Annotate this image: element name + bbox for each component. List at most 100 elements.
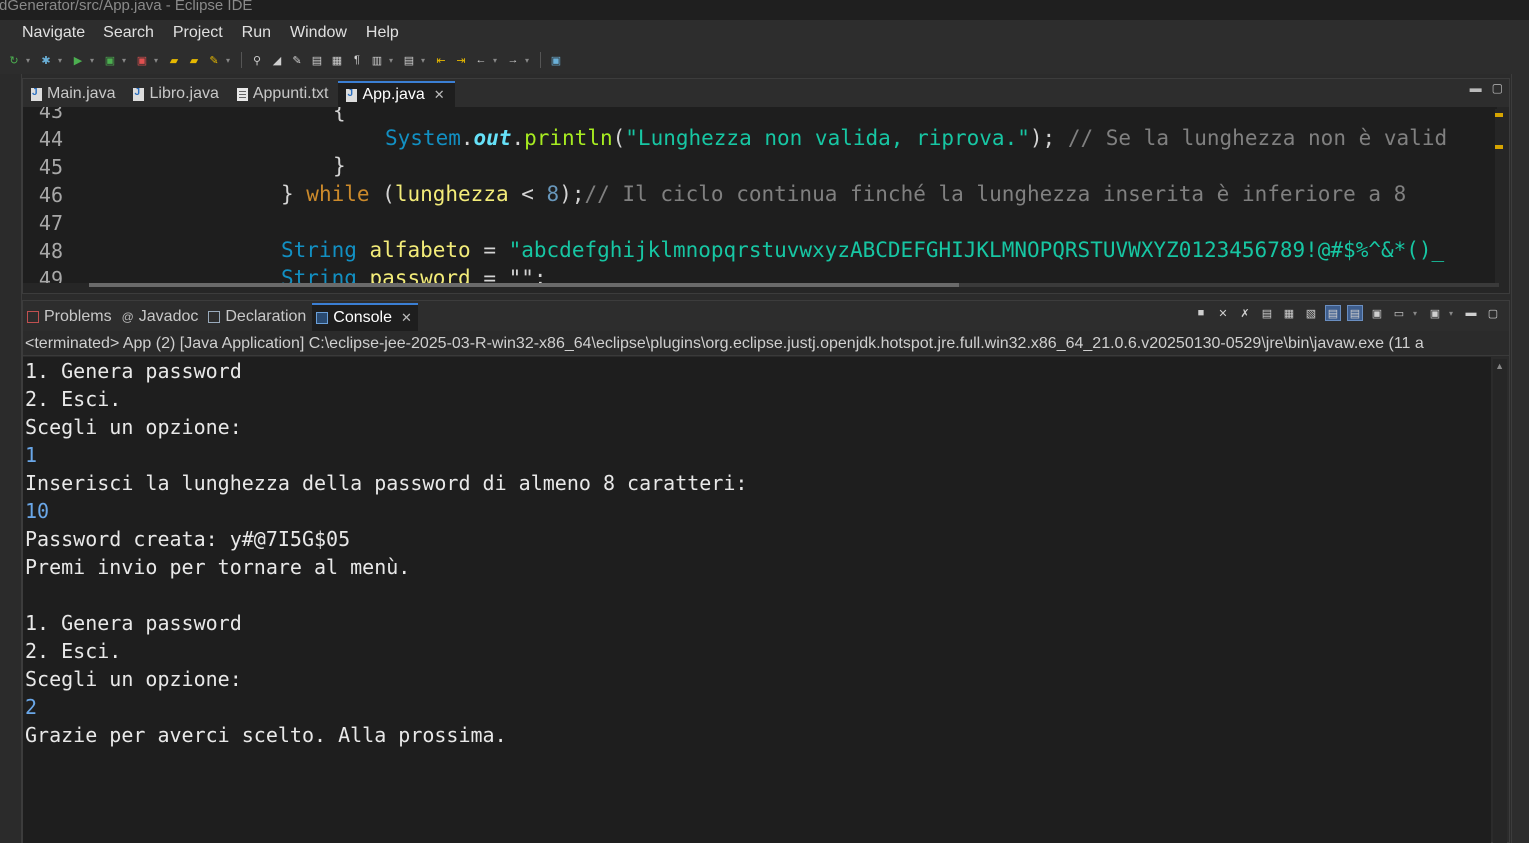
menu-navigate[interactable]: Navigate [22, 24, 85, 42]
tab-console[interactable]: Console ✕ [312, 303, 418, 331]
close-icon[interactable]: ✕ [434, 87, 445, 103]
block-selection-icon[interactable]: ▤ [309, 52, 325, 68]
scroll-up-icon[interactable]: ▲ [1495, 361, 1504, 371]
close-icon[interactable]: ✕ [401, 310, 412, 326]
minimize-icon[interactable]: ▬ [1463, 305, 1479, 321]
brush-icon[interactable]: ✎ [206, 52, 222, 68]
chevron-down-icon[interactable]: ▾ [154, 56, 162, 65]
main-toolbar: ↻ ▾ ✱ ▾ ▶ ▾ ▣ ▾ ▣ ▾ ▰ ▰ ✎ ▾ ⚲ ◢ ✎ ▤ ▦ ¶ ▥ ▾ ▤ ▾ … [0, 46, 1529, 74]
pin-editor-icon[interactable]: ▣ [548, 52, 564, 68]
debug-icon[interactable]: ✱ [38, 52, 54, 68]
code-area[interactable]: 43 44 45 46 47 48 49 { System.out.printl… [23, 107, 1497, 283]
terminate-icon[interactable]: ■ [1193, 305, 1209, 321]
tab-label: Problems [44, 308, 112, 325]
process-status-label: <terminated> App (2) [Java Application] … [23, 332, 1509, 356]
console-output-line: Grazie per averci scelto. Alla prossima. [25, 723, 507, 747]
editor-vertical-scrollbar[interactable] [1495, 109, 1507, 283]
toolbar-separator [540, 52, 541, 68]
whitespace-icon[interactable]: ▦ [329, 52, 345, 68]
problems-icon [27, 311, 39, 323]
tab-libro-java[interactable]: Libro.java [125, 81, 228, 107]
run-icon[interactable]: ▶ [70, 52, 86, 68]
line-number: 49 [38, 267, 63, 283]
refresh-icon[interactable]: ↻ [6, 52, 22, 68]
chevron-down-icon[interactable]: ▾ [122, 56, 130, 65]
menu-window[interactable]: Window [290, 24, 347, 42]
forward-icon[interactable]: → [505, 52, 521, 68]
menu-search[interactable]: Search [103, 24, 154, 42]
pin-console-icon[interactable]: ▣ [1369, 305, 1385, 321]
scrollbar-thumb[interactable] [89, 283, 959, 287]
mark-occurrences-icon[interactable]: ✎ [289, 52, 305, 68]
console-output-line: 2. Esci. [25, 639, 122, 663]
minimize-icon[interactable]: ▬ [1470, 81, 1482, 95]
remove-all-terminated-icon[interactable]: ✗ [1237, 305, 1253, 321]
tab-problems[interactable]: Problems [23, 303, 118, 331]
code-line-44: System.out.println("Lunghezza non valida… [385, 126, 1448, 150]
chevron-down-icon[interactable]: ▾ [389, 56, 397, 65]
line-number: 46 [38, 183, 63, 207]
chevron-down-icon[interactable]: ▾ [90, 56, 98, 65]
search-icon[interactable]: ⚲ [249, 52, 265, 68]
word-wrap-icon[interactable]: ▧ [1303, 305, 1319, 321]
tab-label: Declaration [225, 308, 307, 325]
console-panel: Problems @ Javadoc Declaration Console ✕… [22, 300, 1510, 843]
chevron-down-icon[interactable]: ▾ [1413, 309, 1421, 318]
console-icon [316, 312, 329, 324]
console-vertical-scrollbar[interactable] [1493, 359, 1507, 843]
show-on-stderr-icon[interactable]: ▤ [1347, 305, 1363, 321]
maximize-icon[interactable]: ▢ [1485, 305, 1501, 321]
show-on-stdout-icon[interactable]: ▤ [1325, 305, 1341, 321]
last-edit-icon[interactable]: ⇤ [433, 52, 449, 68]
external-tools-icon[interactable]: ▣ [134, 52, 150, 68]
run-config-icon[interactable]: ▣ [102, 52, 118, 68]
menu-bar: Navigate Search Project Run Window Help [0, 20, 1529, 46]
display-console-icon[interactable]: ▭ [1391, 305, 1407, 321]
console-output[interactable]: 1. Genera password 2. Esci. Scegli un opzi… [23, 357, 1491, 843]
editor-horizontal-scrollbar[interactable] [89, 283, 1499, 287]
maximize-icon[interactable]: ▢ [1492, 81, 1503, 95]
open-folder-icon[interactable]: ▰ [166, 52, 182, 68]
tab-app-java[interactable]: App.java ✕ [338, 81, 455, 107]
clear-console-icon[interactable]: ▤ [1259, 305, 1275, 321]
console-output-line: Premi invio per tornare al menù. [25, 555, 411, 579]
code-line-43: { [333, 107, 346, 123]
scroll-lock-icon[interactable]: ▦ [1281, 305, 1297, 321]
annotation-icon[interactable]: ▥ [369, 52, 385, 68]
line-number: 43 [38, 107, 63, 123]
tab-declaration[interactable]: Declaration [204, 303, 312, 331]
open-console-icon[interactable]: ▣ [1427, 305, 1443, 321]
chevron-down-icon[interactable]: ▾ [525, 56, 533, 65]
chevron-down-icon[interactable]: ▾ [58, 56, 66, 65]
chevron-down-icon[interactable]: ▾ [226, 56, 234, 65]
chevron-down-icon[interactable]: ▾ [26, 56, 34, 65]
tab-appunti-txt[interactable]: Appunti.txt [229, 81, 339, 107]
java-file-icon [133, 87, 145, 101]
code-line-45: } [333, 154, 346, 178]
editor-view-controls: ▬ ▢ [1470, 81, 1503, 95]
menu-project[interactable]: Project [173, 24, 223, 42]
chevron-down-icon[interactable]: ▾ [421, 56, 429, 65]
editor-tab-bar: Main.java Libro.java Appunti.txt App.jav… [23, 79, 1509, 107]
next-annotation-icon[interactable]: ▤ [401, 52, 417, 68]
line-number: 45 [38, 155, 63, 179]
open-type-icon[interactable]: ▰ [186, 52, 202, 68]
remove-launch-icon[interactable]: ✕ [1215, 305, 1231, 321]
warning-marker[interactable] [1495, 145, 1503, 149]
back-icon[interactable]: ← [473, 52, 489, 68]
console-output-line: Password creata: y#@7I5G$05 [25, 527, 351, 551]
tab-label: Console [333, 309, 392, 326]
warning-marker[interactable] [1495, 113, 1503, 117]
text-file-icon [236, 87, 248, 101]
pen-icon[interactable]: ◢ [269, 52, 285, 68]
menu-run[interactable]: Run [242, 24, 271, 42]
window-title: rdGenerator/src/App.java - Eclipse IDE [0, 0, 253, 14]
chevron-down-icon[interactable]: ▾ [493, 56, 501, 65]
next-edit-icon[interactable]: ⇥ [453, 52, 469, 68]
tab-main-java[interactable]: Main.java [23, 81, 125, 107]
tab-javadoc[interactable]: @ Javadoc [118, 303, 205, 331]
menu-help[interactable]: Help [366, 24, 399, 42]
pilcrow-icon[interactable]: ¶ [349, 52, 365, 68]
right-trim-bar [1511, 74, 1529, 843]
chevron-down-icon[interactable]: ▾ [1449, 309, 1457, 318]
